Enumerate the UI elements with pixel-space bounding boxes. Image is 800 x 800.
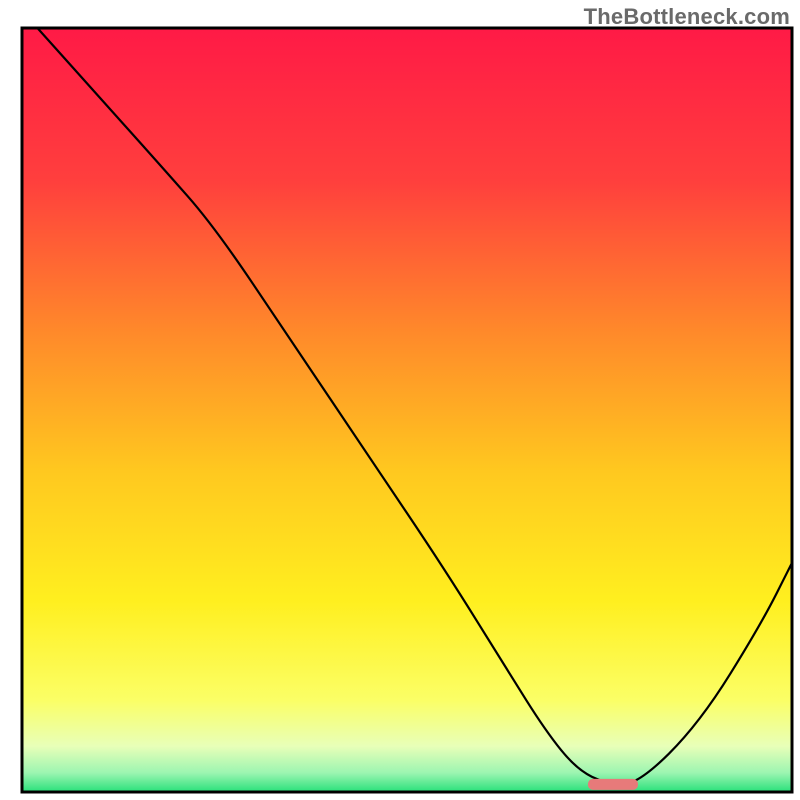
optimal-region-marker: [588, 779, 638, 790]
heatmap-background: [22, 28, 792, 792]
chart-frame: TheBottleneck.com: [0, 0, 800, 800]
bottleneck-chart: [0, 0, 800, 800]
